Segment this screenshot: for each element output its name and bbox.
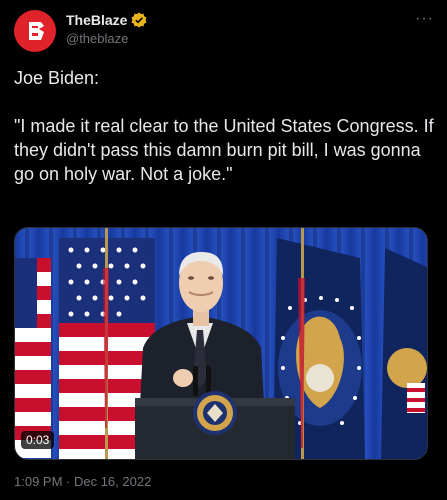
tweet-header: TheBlaze @theblaze ··· [14,8,434,52]
account-handle[interactable]: @theblaze [66,31,147,46]
us-flag-left [15,258,51,458]
display-name[interactable]: TheBlaze [66,12,127,28]
podium [135,391,295,459]
account-names: TheBlaze @theblaze [66,12,147,46]
video-player[interactable]: 0:03 [14,227,428,460]
tweet-text: Joe Biden: "I made it real clear to the … [14,66,434,186]
theblaze-logo-icon [29,22,44,40]
video-duration-badge: 0:03 [21,431,55,449]
more-options-icon[interactable]: ··· [415,10,434,28]
tweet-timestamp[interactable]: 1:09 PM · Dec 16, 2022 [14,474,151,489]
avatar[interactable] [14,10,56,52]
video-frame [15,228,427,459]
tweet-line-quote: "I made it real clear to the United Stat… [14,116,439,184]
tweet-line-speaker: Joe Biden: [14,68,100,88]
flag-far-right [381,248,427,459]
verified-badge-icon [131,12,147,28]
